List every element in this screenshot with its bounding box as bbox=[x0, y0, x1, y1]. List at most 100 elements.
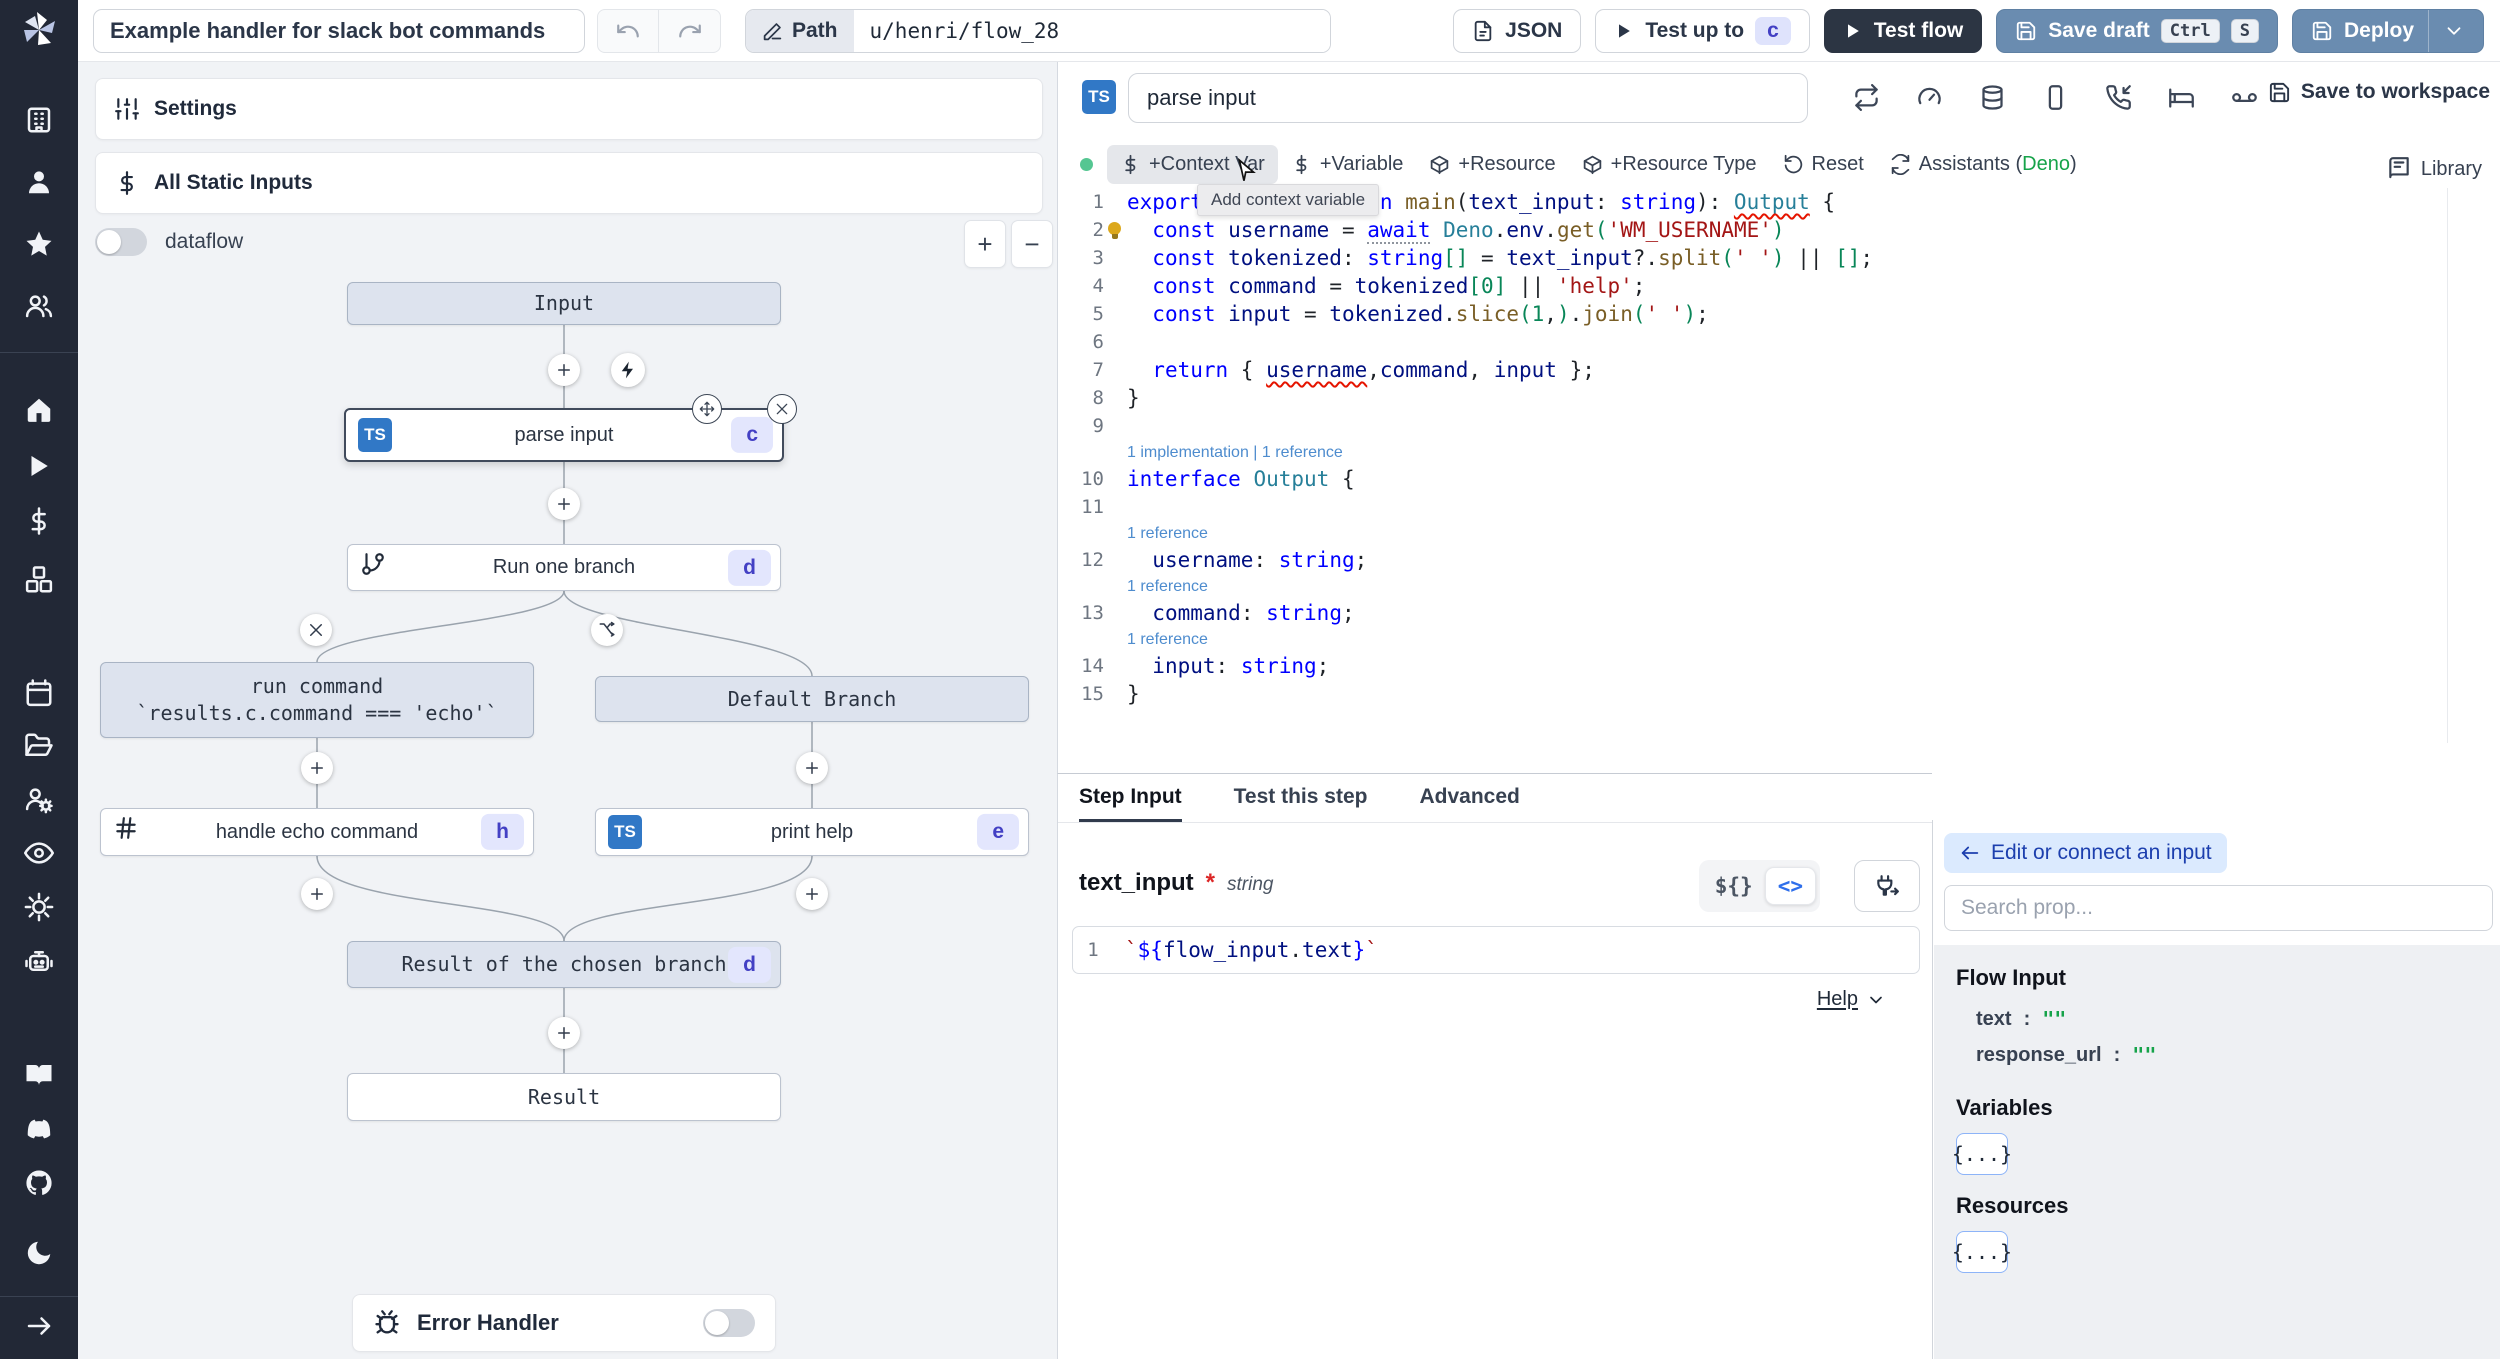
node-result[interactable]: Result bbox=[347, 1073, 781, 1121]
save-to-workspace-button[interactable]: Save to workspace bbox=[2268, 80, 2490, 104]
json-button[interactable]: JSON bbox=[1453, 9, 1582, 53]
error-handler-toggle[interactable] bbox=[703, 1309, 755, 1337]
book-icon[interactable] bbox=[23, 1059, 55, 1091]
cubes-icon[interactable] bbox=[23, 564, 55, 596]
add-step-button[interactable] bbox=[548, 354, 580, 386]
home-icon[interactable] bbox=[23, 394, 55, 426]
tab-advanced[interactable]: Advanced bbox=[1419, 774, 1519, 822]
undo-button[interactable] bbox=[597, 9, 659, 53]
code-line[interactable]: 2 const username = await Deno.env.get('W… bbox=[1058, 216, 2500, 244]
robot-icon[interactable] bbox=[23, 945, 55, 977]
codelens-reference[interactable]: 1 implementation | 1 reference bbox=[1058, 440, 2500, 465]
node-run-one-branch[interactable]: Run one branch d bbox=[347, 544, 781, 591]
node-input[interactable]: Input bbox=[347, 282, 781, 325]
flow-title-input[interactable] bbox=[93, 9, 585, 53]
star-icon[interactable] bbox=[23, 228, 55, 260]
node-run-command-branch[interactable]: run command `results.c.command === 'echo… bbox=[100, 662, 534, 738]
settings-row[interactable]: Settings bbox=[95, 78, 1043, 140]
arrow-right-icon[interactable] bbox=[23, 1310, 55, 1342]
connect-input-button[interactable] bbox=[1854, 860, 1920, 912]
voicemail-icon[interactable] bbox=[2231, 84, 2258, 111]
template-mode-option[interactable]: ${} bbox=[1703, 868, 1765, 904]
eye-icon[interactable] bbox=[23, 837, 55, 869]
repeat-icon[interactable] bbox=[1853, 84, 1880, 111]
code-line[interactable]: 14 input: string; bbox=[1058, 652, 2500, 680]
add-variable-button[interactable]: +Variable bbox=[1278, 145, 1417, 184]
add-step-button[interactable] bbox=[301, 752, 333, 784]
add-resource-button[interactable]: +Resource bbox=[1416, 145, 1568, 184]
users-icon[interactable] bbox=[23, 290, 55, 322]
remove-branch-button[interactable] bbox=[300, 614, 332, 646]
gauge-icon[interactable] bbox=[1916, 84, 1943, 111]
test-up-to-button[interactable]: Test up to c bbox=[1595, 9, 1810, 53]
bed-icon[interactable] bbox=[2168, 84, 2195, 111]
code-line[interactable]: 9 bbox=[1058, 412, 2500, 440]
step-name-input[interactable] bbox=[1128, 73, 1808, 123]
reset-button[interactable]: Reset bbox=[1770, 145, 1877, 184]
add-resource-type-button[interactable]: +Resource Type bbox=[1569, 145, 1770, 184]
prop-row-text[interactable]: text: "" bbox=[1956, 1001, 2478, 1037]
building-icon[interactable] bbox=[23, 104, 55, 136]
add-step-button[interactable] bbox=[796, 878, 828, 910]
search-prop-input[interactable] bbox=[1944, 885, 2493, 931]
discord-icon[interactable] bbox=[23, 1113, 55, 1145]
codelens-reference[interactable]: 1 reference bbox=[1058, 521, 2500, 546]
node-default-branch[interactable]: Default Branch bbox=[595, 676, 1029, 722]
node-result-of-chosen-branch[interactable]: Result of the chosen branch d bbox=[347, 941, 781, 988]
path-label[interactable]: Path bbox=[746, 10, 854, 52]
code-line[interactable]: 4 const command = tokenized[0] || 'help'… bbox=[1058, 272, 2500, 300]
code-line[interactable]: 10 interface Output { bbox=[1058, 465, 2500, 493]
path-input[interactable] bbox=[853, 10, 1330, 52]
variables-object-chip[interactable]: {...} bbox=[1952, 1133, 2012, 1175]
help-link[interactable]: Help bbox=[1817, 988, 1886, 1011]
code-line[interactable]: 15} bbox=[1058, 680, 2500, 708]
database-icon[interactable] bbox=[1979, 84, 2006, 111]
code-line[interactable]: 12 username: string; bbox=[1058, 546, 2500, 574]
save-draft-button[interactable]: Save draft Ctrl S bbox=[1996, 9, 2278, 53]
zoom-out-button[interactable]: − bbox=[1011, 220, 1053, 268]
node-print-help[interactable]: TS print help e bbox=[595, 808, 1029, 856]
dollar-icon[interactable] bbox=[23, 505, 55, 537]
chevron-down-icon[interactable] bbox=[2443, 20, 2465, 42]
moon-icon[interactable] bbox=[23, 1237, 55, 1269]
gear-icon[interactable] bbox=[23, 891, 55, 923]
library-button[interactable]: Library bbox=[2382, 148, 2486, 190]
windmill-logo-icon[interactable] bbox=[17, 8, 61, 52]
codelens-reference[interactable]: 1 reference bbox=[1058, 574, 2500, 599]
test-flow-button[interactable]: Test flow bbox=[1823, 9, 1983, 53]
delete-step-button[interactable] bbox=[767, 394, 797, 424]
edit-or-connect-input-button[interactable]: Edit or connect an input bbox=[1944, 833, 2227, 873]
play-icon[interactable] bbox=[23, 450, 55, 482]
code-mode-option[interactable]: <> bbox=[1764, 867, 1816, 905]
redo-button[interactable] bbox=[659, 9, 721, 53]
input-mode-toggle[interactable]: ${} <> bbox=[1698, 860, 1820, 912]
smartphone-icon[interactable] bbox=[2042, 84, 2069, 111]
lightbulb-icon[interactable] bbox=[1108, 222, 1121, 239]
code-line[interactable]: 3 const tokenized: string[] = text_input… bbox=[1058, 244, 2500, 272]
move-step-button[interactable] bbox=[692, 394, 722, 424]
dataflow-toggle[interactable] bbox=[95, 228, 147, 256]
github-icon[interactable] bbox=[23, 1167, 55, 1199]
calendar-icon[interactable] bbox=[23, 677, 55, 709]
code-line[interactable]: 11 bbox=[1058, 493, 2500, 521]
code-line[interactable]: 7 return { username,command, input }; bbox=[1058, 356, 2500, 384]
trigger-zap-button[interactable] bbox=[611, 353, 645, 387]
code-editor[interactable]: 1export async function main(text_input: … bbox=[1058, 188, 2500, 773]
prop-row-response_url[interactable]: response_url: "" bbox=[1956, 1037, 2478, 1073]
zoom-in-button[interactable]: + bbox=[964, 220, 1006, 268]
folder-icon[interactable] bbox=[23, 730, 55, 762]
tab-test-this-step[interactable]: Test this step bbox=[1234, 774, 1368, 822]
add-branch-button[interactable] bbox=[591, 614, 623, 646]
phone-incoming-icon[interactable] bbox=[2105, 84, 2132, 111]
code-line[interactable]: 13 command: string; bbox=[1058, 599, 2500, 627]
add-step-button[interactable] bbox=[548, 488, 580, 520]
code-line[interactable]: 6 bbox=[1058, 328, 2500, 356]
node-handle-echo-command[interactable]: handle echo command h bbox=[100, 808, 534, 856]
code-line[interactable]: 5 const input = tokenized.slice(1,).join… bbox=[1058, 300, 2500, 328]
resources-object-chip[interactable]: {...} bbox=[1952, 1231, 2012, 1273]
node-parse-input[interactable]: TS parse input c bbox=[344, 394, 797, 462]
codelens-reference[interactable]: 1 reference bbox=[1058, 627, 2500, 652]
add-step-button[interactable] bbox=[796, 752, 828, 784]
user-icon[interactable] bbox=[23, 166, 55, 198]
deploy-button[interactable]: Deploy bbox=[2291, 9, 2484, 53]
